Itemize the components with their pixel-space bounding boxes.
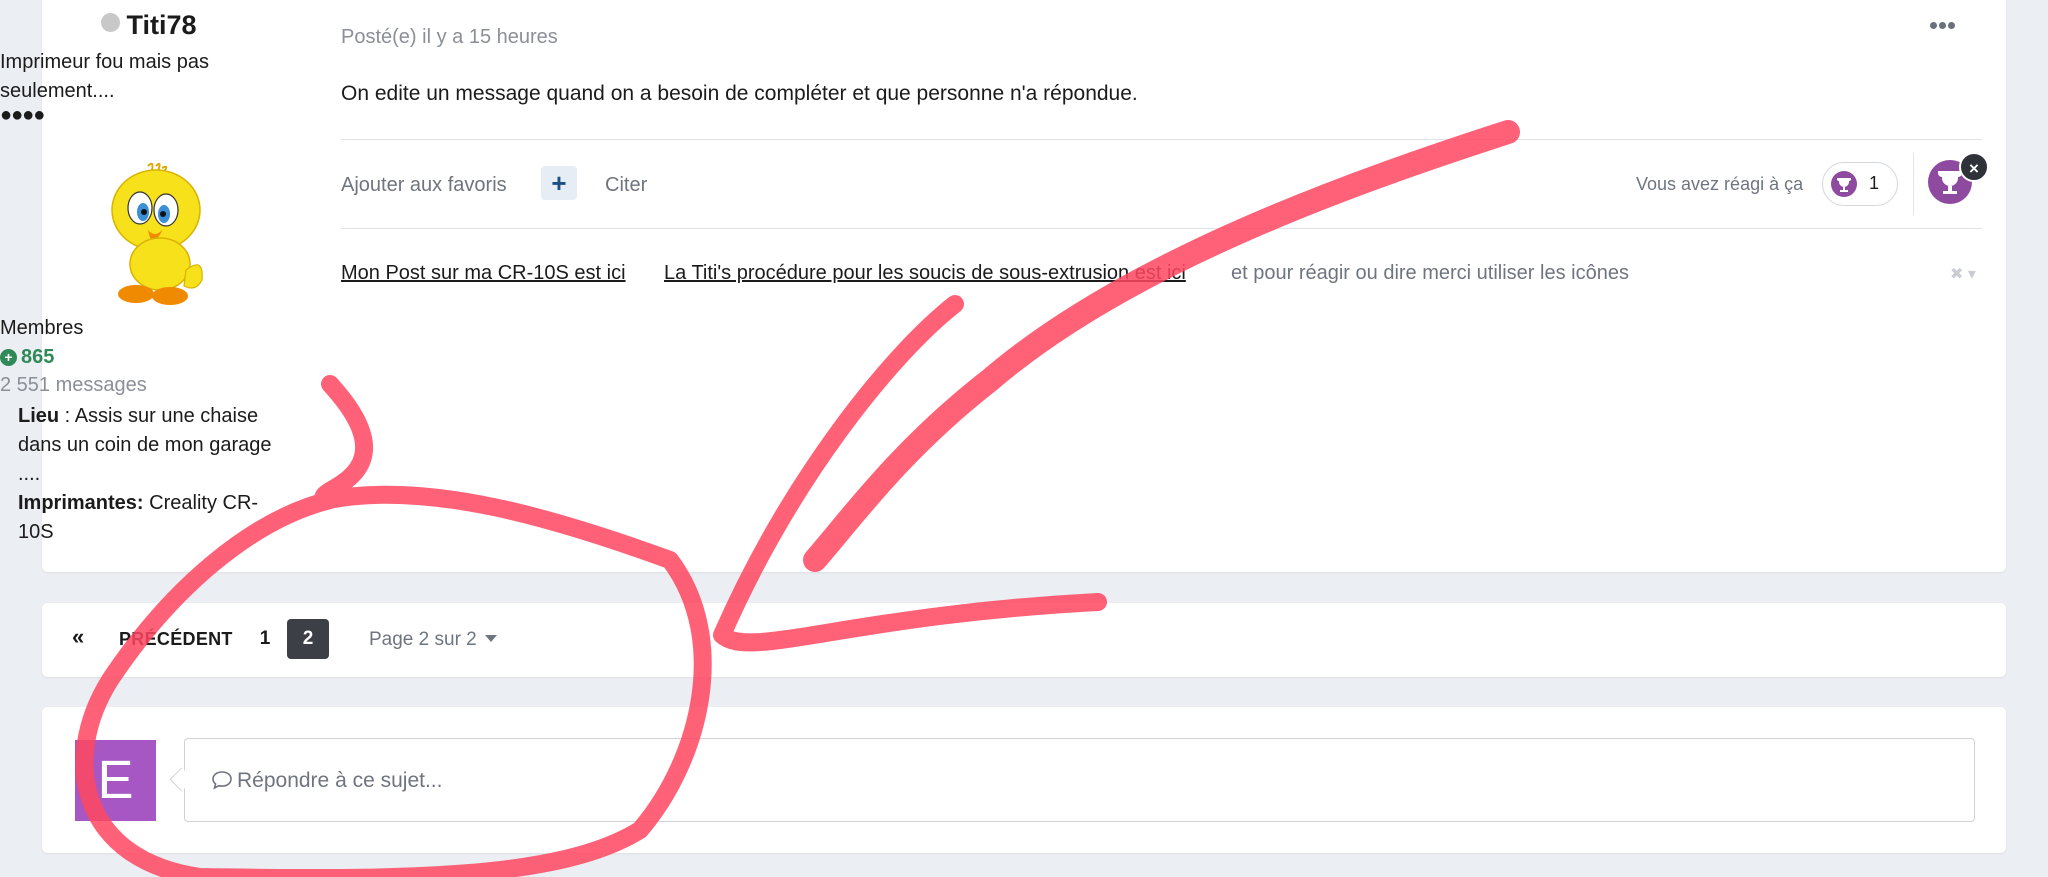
reply-placeholder-text: Répondre à ce sujet... — [237, 769, 443, 792]
rank-dots: ●●●● — [0, 104, 45, 126]
reacted-label: Vous avez réagi à ça — [1636, 174, 1804, 194]
author-title: Imprimeur fou mais pas seulement.... — [0, 51, 209, 102]
pagination-card — [42, 603, 2006, 677]
post-meta[interactable]: Posté(e) il y a 15 heures — [341, 26, 558, 49]
ellipsis-icon — [1930, 22, 1937, 29]
page-jump-label: Page 2 sur 2 — [369, 629, 477, 650]
author-group: Membres — [0, 317, 84, 339]
author-name-row: Titi78 — [0, 10, 298, 41]
user-avatar[interactable]: E — [75, 740, 156, 821]
post-body: On edite un message quand on a besoin de… — [341, 82, 1138, 105]
page-1-button[interactable]: 1 — [244, 619, 286, 659]
page-jump-select[interactable]: Page 2 sur 2 — [369, 629, 497, 651]
more-options-button[interactable] — [1930, 16, 1966, 40]
divider — [1913, 153, 1914, 215]
caret-down-icon — [484, 635, 497, 642]
reply-placeholder[interactable]: Répondre à ce sujet... — [211, 769, 442, 793]
reaction-summary[interactable]: 1 — [1822, 162, 1898, 206]
signature-link-procedure[interactable]: La Titi's procédure pour les soucis de s… — [664, 262, 1186, 285]
first-page-button[interactable]: « — [72, 624, 84, 650]
tweety-avatar-icon — [111, 162, 203, 305]
multiquote-button[interactable]: + — [541, 166, 577, 200]
location-label: Lieu — [18, 405, 60, 427]
author-printers: Imprimantes: Creality CR-10S — [18, 489, 280, 547]
signature-text: et pour réagir ou dire merci utiliser le… — [1231, 262, 1629, 284]
quote-button[interactable]: Citer — [605, 174, 647, 197]
plus-circle-icon: + — [0, 349, 17, 366]
offline-status-icon — [101, 13, 121, 32]
remove-reaction-button[interactable]: × — [1959, 152, 1989, 182]
previous-page-button[interactable]: PRÉCÉDENT — [119, 629, 233, 650]
trophy-icon — [1831, 171, 1857, 197]
page-2-button[interactable]: 2 — [287, 619, 329, 659]
author-reputation: +865 — [0, 346, 298, 369]
author-name[interactable]: Titi78 — [126, 10, 196, 40]
author-avatar[interactable] — [100, 160, 236, 306]
reputation-value: 865 — [21, 346, 55, 368]
divider — [341, 228, 1982, 229]
reply-input[interactable] — [184, 738, 1975, 822]
author-message-count[interactable]: 2 551 messages — [0, 374, 298, 397]
comment-icon — [212, 771, 232, 790]
signature-hide-control[interactable]: ✖ ▾ — [1950, 264, 1976, 284]
author-location: Lieu : Assis sur une chaise dans un coin… — [18, 402, 280, 489]
printers-label: Imprimantes: — [18, 492, 144, 514]
reaction-count: 1 — [1869, 173, 1880, 193]
plus-icon: + — [551, 168, 567, 198]
divider — [341, 139, 1982, 140]
signature-link-cr10s[interactable]: Mon Post sur ma CR-10S est ici — [341, 262, 626, 285]
favorite-button[interactable]: Ajouter aux favoris — [341, 174, 507, 197]
